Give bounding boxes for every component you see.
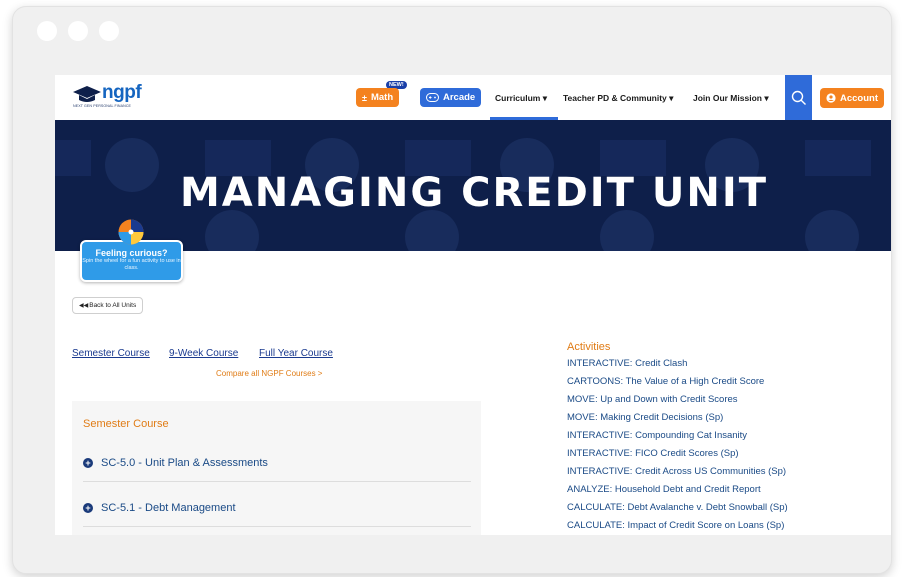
plus-circle-icon: + xyxy=(83,457,93,468)
math-label: Math xyxy=(370,92,394,103)
activity-link[interactable]: INTERACTIVE: Compounding Cat Insanity xyxy=(567,427,788,445)
window-dot[interactable] xyxy=(68,21,88,41)
browser-frame: ngpf NEXT GEN PERSONAL FINANCE NEW! ± Ma… xyxy=(12,6,892,574)
window-dot[interactable] xyxy=(99,21,119,41)
curious-subtitle: Spin the wheel for a fun activity to use… xyxy=(82,258,181,271)
decor-coin xyxy=(205,210,259,251)
compare-courses-link[interactable]: Compare all NGPF Courses > xyxy=(216,369,322,378)
activity-link[interactable]: INTERACTIVE: Credit Across US Communitie… xyxy=(567,463,788,481)
semester-course-panel: Semester Course + SC-5.0 - Unit Plan & A… xyxy=(72,401,481,535)
decor-coin xyxy=(805,210,859,251)
gamepad-icon xyxy=(426,93,439,102)
nav-curriculum[interactable]: Curriculum ▾ xyxy=(495,93,547,104)
activity-link[interactable]: INTERACTIVE: FICO Credit Scores (Sp) xyxy=(567,445,788,463)
chevron-down-icon: ▾ xyxy=(669,93,674,103)
decor-coin xyxy=(405,210,459,251)
decor-coin xyxy=(600,210,654,251)
plus-circle-icon: + xyxy=(83,502,93,513)
graduation-cap-icon xyxy=(73,86,101,102)
back-to-units-button[interactable]: ◀◀ Back to All Units xyxy=(72,297,144,314)
unit-row-sc-5-1[interactable]: + SC-5.1 - Debt Management xyxy=(83,489,471,527)
link-semester-course[interactable]: Semester Course xyxy=(72,348,150,359)
unit-label: SC-5.1 - Debt Management xyxy=(101,501,236,514)
account-button[interactable]: Account xyxy=(820,88,884,108)
activity-link[interactable]: ANALYZE: Household Debt and Credit Repor… xyxy=(567,481,788,499)
nav-join-mission[interactable]: Join Our Mission ▾ xyxy=(693,93,769,104)
chevron-down-icon: ▾ xyxy=(542,93,547,103)
activity-link[interactable]: CALCULATE: Debt Avalanche v. Debt Snowba… xyxy=(567,499,788,517)
activity-link[interactable]: MOVE: Making Credit Decisions (Sp) xyxy=(567,409,788,427)
unit-banner: MANAGING CREDIT UNIT xyxy=(55,120,891,251)
spin-wheel-icon[interactable] xyxy=(118,219,144,245)
arcade-button[interactable]: Arcade xyxy=(420,88,482,107)
search-button[interactable] xyxy=(785,75,812,120)
ngpf-logo[interactable]: ngpf NEXT GEN PERSONAL FINANCE xyxy=(73,82,153,112)
activities-title: Activities xyxy=(567,341,611,353)
unit-label: SC-5.0 - Unit Plan & Assessments xyxy=(101,456,268,469)
logo-text: ngpf xyxy=(102,82,142,103)
activity-link[interactable]: INTERACTIVE: Credit Clash xyxy=(567,355,788,373)
logo-subtitle: NEXT GEN PERSONAL FINANCE xyxy=(73,104,132,108)
link-9-week-course[interactable]: 9-Week Course xyxy=(169,348,238,359)
nav-label: Teacher PD & Community xyxy=(563,93,667,103)
back-label: Back to All Units xyxy=(89,302,137,309)
activities-list: Activities INTERACTIVE: Credit Clash CAR… xyxy=(567,341,788,535)
window-dot[interactable] xyxy=(37,21,57,41)
window-controls xyxy=(37,21,119,41)
curious-title: Feeling curious? xyxy=(95,248,168,258)
page-title: MANAGING CREDIT UNIT xyxy=(179,170,769,216)
activity-link[interactable]: CARTOONS: The Value of a High Credit Sco… xyxy=(567,373,788,391)
panel-title: Semester Course xyxy=(83,418,169,430)
nav-teacher-pd[interactable]: Teacher PD & Community ▾ xyxy=(563,93,673,104)
nav-label: Curriculum xyxy=(495,93,541,103)
web-page: ngpf NEXT GEN PERSONAL FINANCE NEW! ± Ma… xyxy=(55,75,891,535)
search-icon xyxy=(791,90,806,105)
calculator-icon: ± xyxy=(362,92,367,103)
arcade-label: Arcade xyxy=(443,92,476,103)
math-button[interactable]: ± Math xyxy=(356,88,400,107)
activity-link[interactable]: CALCULATE: Impact of Credit Score on Loa… xyxy=(567,517,788,535)
site-header: ngpf NEXT GEN PERSONAL FINANCE NEW! ± Ma… xyxy=(55,75,891,120)
double-chevron-left-icon: ◀◀ xyxy=(79,303,89,309)
feeling-curious-widget[interactable]: Feeling curious? Spin the wheel for a fu… xyxy=(80,240,183,282)
account-label: Account xyxy=(840,92,878,104)
activity-link[interactable]: MOVE: Up and Down with Credit Scores xyxy=(567,391,788,409)
unit-row-sc-5-0[interactable]: + SC-5.0 - Unit Plan & Assessments xyxy=(83,444,471,482)
link-full-year-course[interactable]: Full Year Course xyxy=(259,348,333,359)
chevron-down-icon: ▾ xyxy=(764,93,769,103)
user-icon xyxy=(826,93,836,103)
nav-label: Join Our Mission xyxy=(693,93,762,103)
